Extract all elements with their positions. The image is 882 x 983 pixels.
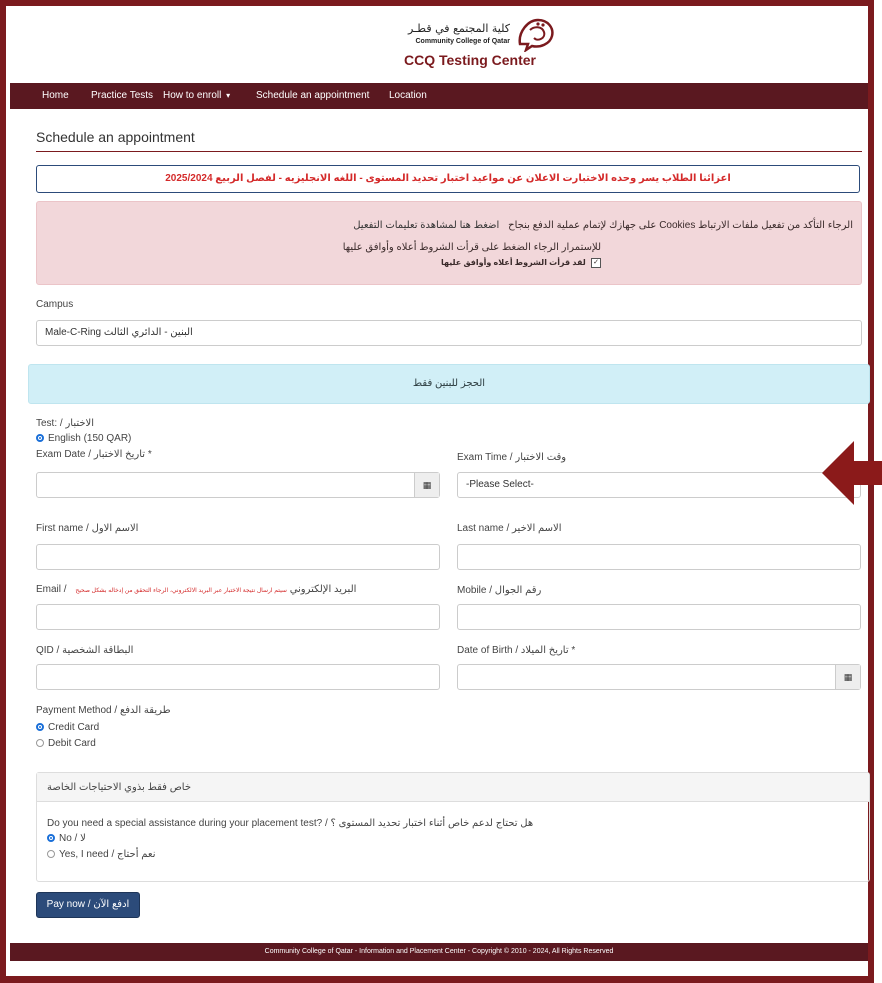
announcement-banner: اعزائنا الطلاب يسر وحده الاختبارت الاعلا… [36,165,860,193]
test-option-label: English (150 QAR) [48,433,132,444]
credit-card-radio[interactable] [36,723,44,732]
brand-title: CCQ Testing Center [404,52,536,68]
last-name-label: Last name / الاسم الاخير [457,523,562,534]
special-yes-radio[interactable] [47,850,55,859]
left-arrow-icon [822,441,882,505]
test-option-english[interactable]: English (150 QAR) [36,433,131,444]
campus-select[interactable]: Male-C-Ring البنين - الدائري الثالث [36,320,862,346]
last-name-input[interactable] [457,544,861,570]
agree-label: لقد قرأت الشروط أعلاه وأوافق عليها [440,258,586,268]
payment-method-label: Payment Method / طريقة الدفع [36,705,171,716]
nav-how-to-enroll[interactable]: How to enroll ▾ [163,90,230,101]
test-radio-english[interactable] [36,434,44,443]
bottom-border [0,976,874,983]
cookies-line: الرجاء التأكد من تفعيل ملفات الارتباط Co… [353,220,853,231]
email-label-row: Email / البريد الإلكتروني سيتم ارسال نتي… [36,584,356,595]
dob-label: Date of Birth / تاريخ الميلاد * [457,645,576,656]
special-needs-header: خاص فقط بذوي الاحتياجات الخاصة [37,773,869,802]
special-option-no[interactable]: No / لا [47,833,86,844]
logo-english-text: Community College of Qatar [415,38,510,45]
logo-arabic-text: كلية المجتمع في قطـر [408,22,510,35]
mobile-label: Mobile / رقم الجوال [457,585,542,596]
email-note: سيتم ارسال نتيجة الاختبار عبر البريد الا… [75,588,287,594]
nav-schedule-appointment[interactable]: Schedule an appointment [256,90,369,101]
campus-label: Campus [36,299,74,310]
pay-now-button[interactable]: Pay now / ادفع الآن [36,892,140,918]
chevron-down-icon: ▾ [226,91,231,100]
calendar-icon[interactable]: ▦ [414,473,439,497]
qid-label: QID / البطاقة الشخصية [36,645,134,656]
exam-date-input[interactable]: ▦ [36,472,440,498]
site-header: كلية المجتمع في قطـر Community College o… [10,6,868,78]
special-option-yes[interactable]: Yes, I need / نعم أحتاج [47,849,156,860]
continue-instruction: للإستمرار الرجاء الضغط على قرأت الشروط أ… [342,242,601,253]
exam-time-select[interactable]: -Please Select- [457,472,861,498]
dob-input[interactable]: ▦ [457,664,861,690]
email-field[interactable] [36,604,440,630]
debit-card-label: Debit Card [48,738,96,749]
special-question: Do you need a special assistance during … [47,818,534,829]
nav-how-to-enroll-label: How to enroll [163,90,222,101]
qid-field[interactable] [36,664,440,690]
test-label: Test: / الاختبار [36,418,95,429]
special-no-label: No / لا [59,833,86,844]
nav-home[interactable]: Home [42,90,69,101]
special-needs-panel: خاص فقط بذوي الاحتياجات الخاصة Do you ne… [36,772,870,882]
booking-info-banner: الحجز للبنين فقط [28,364,870,404]
nav-practice-tests[interactable]: Practice Tests [91,90,153,101]
special-no-radio[interactable] [47,834,55,843]
cookies-alert: الرجاء التأكد من تفعيل ملفات الارتباط Co… [36,201,862,285]
nav-location[interactable]: Location [389,90,427,101]
credit-card-label: Credit Card [48,722,100,733]
exam-time-label: Exam Time / وقت الاختبار [457,452,567,463]
first-name-input[interactable] [36,544,440,570]
mobile-field[interactable] [457,604,861,630]
payment-option-debit[interactable]: Debit Card [36,738,96,749]
special-needs-heading: خاص فقط بذوي الاحتياجات الخاصة [47,782,192,793]
page-title: Schedule an appointment [36,129,195,145]
agree-row: ✓ لقد قرأت الشروط أعلاه وأوافق عليها [441,258,601,268]
site-footer: Community College of Qatar - Information… [10,943,868,961]
main-navbar: Home Practice Tests How to enroll ▾ Sche… [10,83,868,109]
college-emblem-icon [518,18,554,52]
cookies-instructions-link[interactable]: اضغط هنا لمشاهدة تعليمات التفعيل [353,220,499,231]
title-divider [36,151,862,152]
cookies-text: الرجاء التأكد من تفعيل ملفات الارتباط Co… [508,220,853,231]
calendar-icon[interactable]: ▦ [835,665,860,689]
debit-card-radio[interactable] [36,739,44,748]
payment-option-credit[interactable]: Credit Card [36,722,99,733]
first-name-label: First name / الاسم الاول [36,523,139,534]
agree-checkbox[interactable]: ✓ [591,258,601,268]
special-yes-label: Yes, I need / نعم أحتاج [59,849,156,860]
exam-date-label: Exam Date / تاريخ الاختبار * [36,449,152,460]
